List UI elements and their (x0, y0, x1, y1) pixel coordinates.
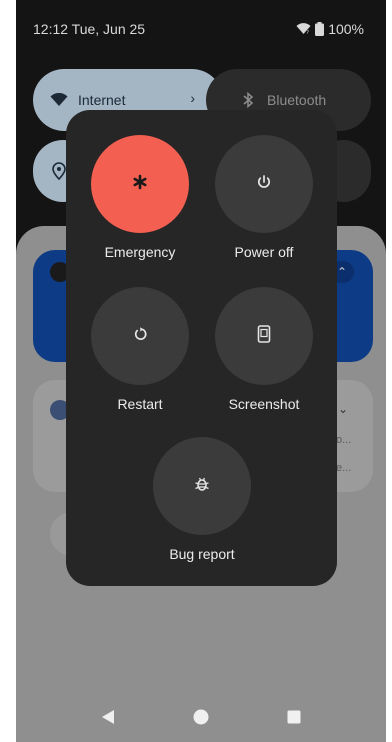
back-button[interactable] (97, 708, 119, 730)
battery-percentage: 100% (328, 21, 364, 37)
screenshot-icon (257, 324, 271, 348)
power-icon (256, 174, 272, 195)
status-bar: 12:12 Tue, Jun 25 ? 100% (16, 0, 386, 58)
bug-report-label: Bug report (169, 546, 235, 562)
back-icon (100, 709, 116, 730)
bug-icon (194, 476, 210, 497)
emergency-label: Emergency (104, 244, 176, 260)
status-icons: ? 100% (296, 21, 364, 37)
restart-label: Restart (117, 396, 163, 412)
asterisk-icon (132, 174, 148, 195)
power-off-label: Power off (234, 244, 294, 260)
bluetooth-tile-label: Bluetooth (267, 92, 327, 108)
emergency-button[interactable] (91, 135, 189, 233)
home-button[interactable] (190, 708, 212, 730)
power-menu: Emergency Power off Restart Screenshot B… (66, 110, 337, 586)
screenshot-button[interactable] (215, 287, 313, 385)
power-off-button[interactable] (215, 135, 313, 233)
screenshot-label: Screenshot (228, 396, 300, 412)
battery-icon (315, 22, 325, 36)
notification-text: e... (336, 462, 352, 474)
chevron-right-icon: › (190, 90, 195, 106)
wifi-icon: ? (296, 23, 311, 35)
recents-button[interactable] (283, 708, 305, 730)
chevron-down-icon[interactable]: ⌄ (338, 402, 348, 416)
internet-tile-label: Internet (78, 92, 126, 108)
svg-text:?: ? (307, 30, 310, 35)
home-icon (193, 709, 209, 730)
restart-button[interactable] (91, 287, 189, 385)
recents-icon (287, 710, 301, 729)
bug-report-button[interactable] (153, 437, 251, 535)
wifi-icon (50, 91, 68, 109)
phone-screen: 12:12 Tue, Jun 25 ? 100% Internet › Blue… (16, 0, 386, 742)
bluetooth-icon (239, 91, 257, 109)
status-time-date: 12:12 Tue, Jun 25 (33, 21, 146, 37)
notification-text: o... (336, 434, 352, 446)
restart-icon (132, 326, 148, 347)
